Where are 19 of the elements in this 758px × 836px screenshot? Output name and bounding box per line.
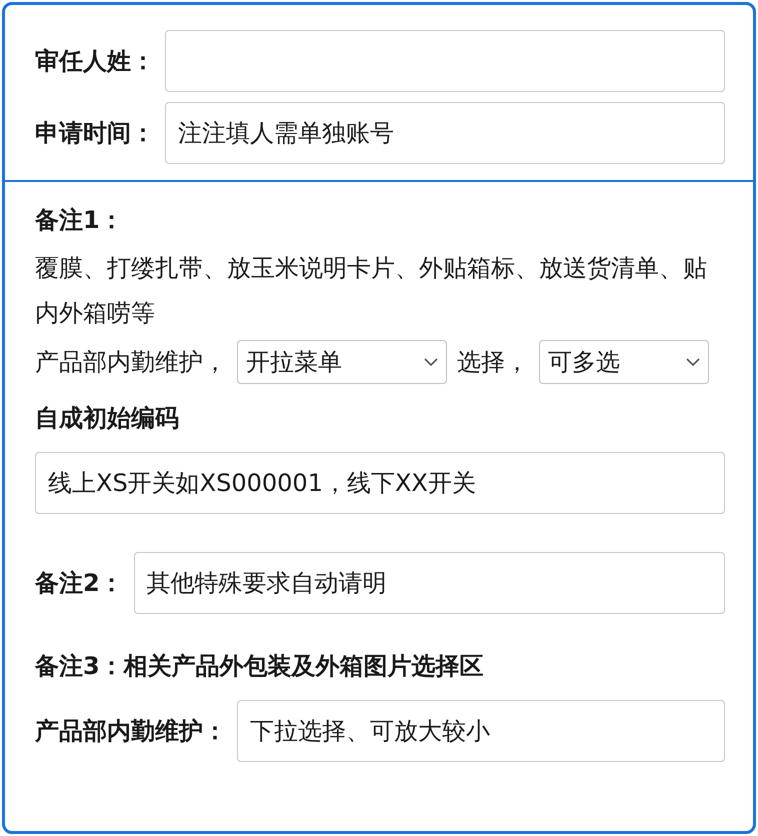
- field-label: 审任人姓：: [35, 46, 155, 77]
- section-heading: 备注3：相关产品外包装及外箱图片选择区: [35, 651, 485, 682]
- input-field[interactable]: 注注填人需单独账号: [165, 102, 725, 164]
- input-field[interactable]: 线上XS开关如XS000001，线下XX开关: [35, 452, 725, 514]
- input-field[interactable]: 下拉选择、可放大较小: [237, 700, 725, 762]
- field-label: 产品部内勤维护：: [35, 716, 227, 747]
- caret-icon: [424, 358, 438, 366]
- section-heading: 自成初始编码: [35, 403, 180, 434]
- input-field[interactable]: [165, 30, 725, 92]
- field-label: 申请时间：: [35, 118, 155, 149]
- caret-icon: [686, 358, 700, 366]
- dropdown-select[interactable]: 开拉菜单: [237, 340, 447, 384]
- row-text: 选择，: [457, 347, 529, 378]
- dropdown-select[interactable]: 可多选: [539, 340, 709, 384]
- input-field[interactable]: 其他特殊要求自动请明: [134, 552, 725, 614]
- field-label: 备注2：: [35, 568, 124, 599]
- section-label: 备注1：: [35, 205, 125, 236]
- row-text: 产品部内勤维护，: [35, 347, 227, 378]
- note-text: 覆膜、打缕扎带、放玉米说明卡片、外贴箱标、放送货清单、贴内外箱唠等: [35, 253, 708, 329]
